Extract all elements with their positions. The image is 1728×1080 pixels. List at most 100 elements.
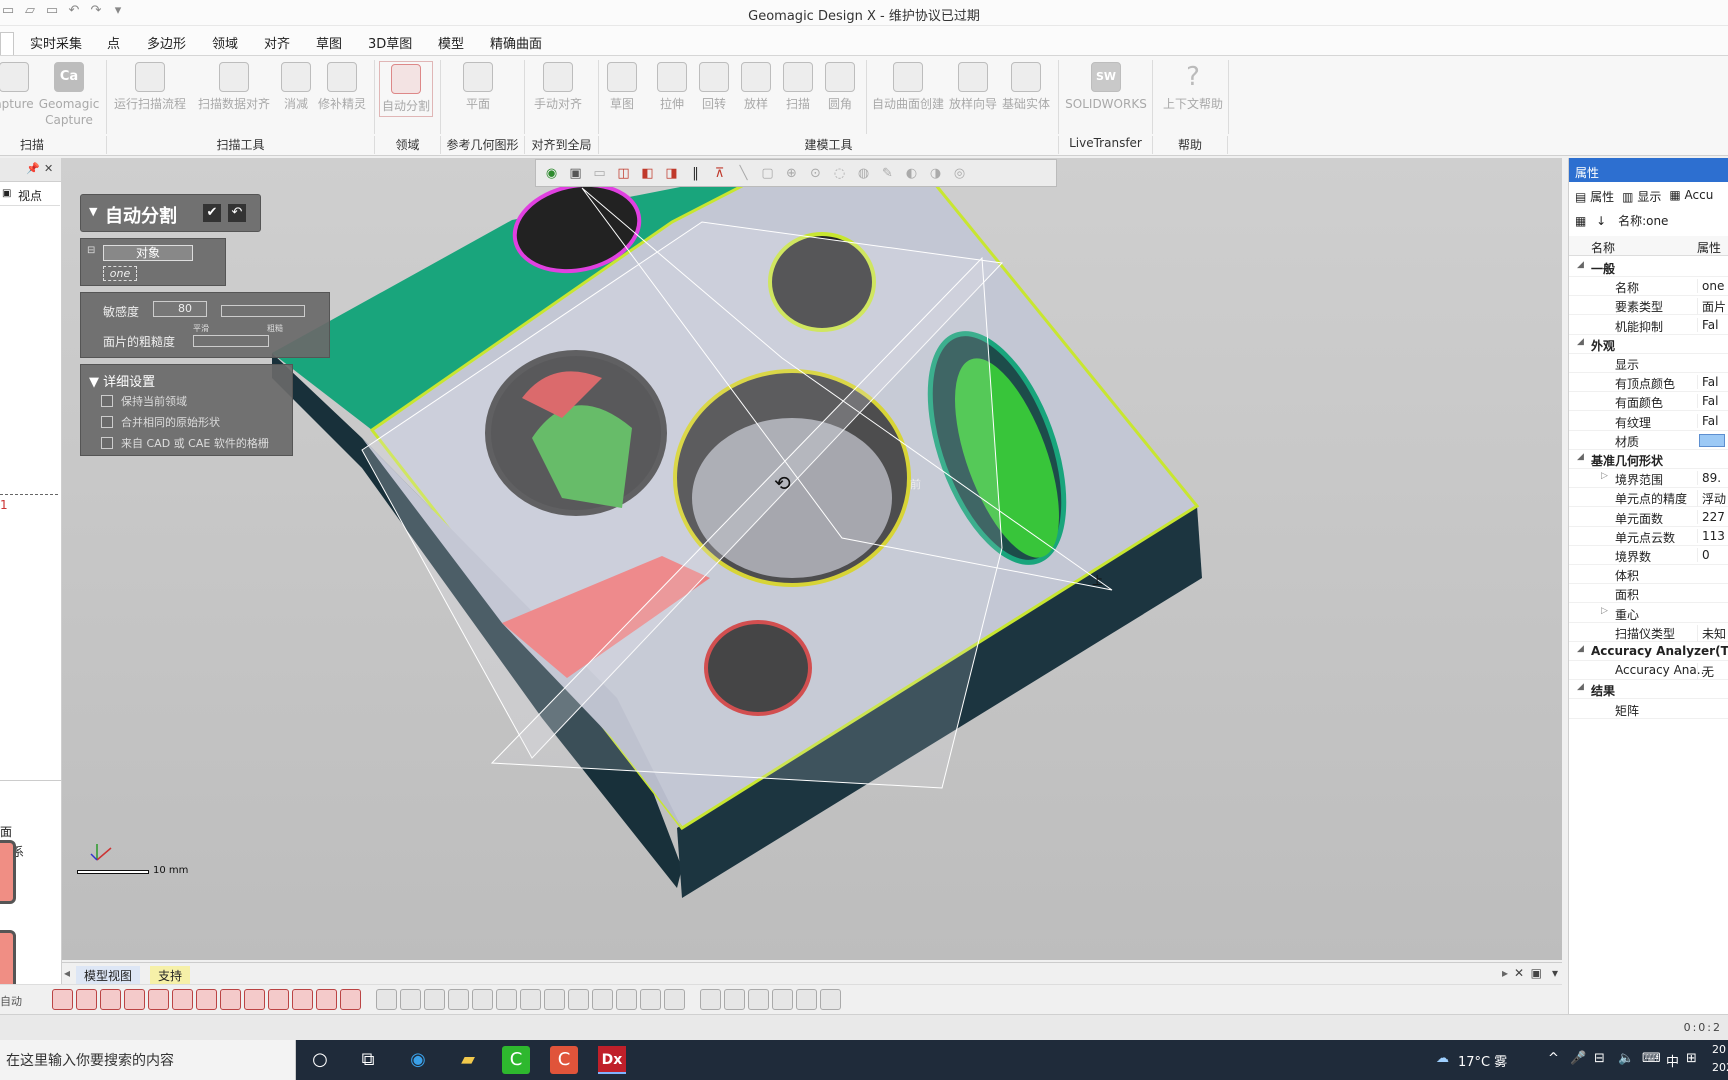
filter-icon[interactable] (616, 989, 637, 1010)
edge-icon[interactable]: ◉ (404, 1046, 432, 1074)
tab-exact-surface[interactable]: 精确曲面 (490, 33, 542, 52)
tab-accuracy[interactable]: ▦ Accu (1669, 188, 1713, 208)
tab-menu-icon[interactable]: ▾ (1552, 966, 1558, 980)
collapse-icon[interactable]: ◢ (1577, 682, 1584, 692)
property-row[interactable]: 扫描仪类型 未知 (1569, 623, 1728, 642)
decimate-button[interactable]: 消减 (278, 62, 314, 112)
sort-alpha-icon[interactable]: ↓ (1596, 214, 1606, 228)
tray-expand-icon[interactable]: ^ (1548, 1051, 1559, 1066)
sweep-button[interactable]: 扫描 (780, 62, 816, 112)
material-swatch[interactable] (1699, 433, 1725, 447)
filter-icon[interactable] (148, 989, 169, 1010)
tab-home[interactable] (0, 32, 14, 55)
filter-icon[interactable] (244, 989, 265, 1010)
filter-icon[interactable] (100, 989, 121, 1010)
sensitivity-input[interactable]: 80 (153, 301, 207, 317)
filter-icon[interactable] (592, 989, 613, 1010)
plane-button[interactable]: 平面 (458, 62, 498, 112)
cortana-icon[interactable]: ○ (306, 1046, 334, 1074)
roughness-slider[interactable] (193, 335, 269, 347)
property-row[interactable]: 矩阵 (1569, 700, 1728, 719)
extrude-button[interactable]: 拉伸 (654, 62, 690, 112)
filter-icon[interactable] (520, 989, 541, 1010)
close-icon[interactable]: ✕ (44, 162, 53, 175)
filter-icon[interactable] (292, 989, 313, 1010)
filter-icon[interactable] (172, 989, 193, 1010)
extend-select-icon[interactable]: ◑ (926, 164, 945, 183)
tab-model-view[interactable]: 模型视图 (76, 966, 141, 985)
basic-solid-button[interactable]: 基础实体 (1000, 62, 1052, 112)
option-merge-same[interactable]: 合并相同的原始形状 (101, 414, 220, 430)
collapse-icon[interactable]: ◢ (1577, 337, 1584, 347)
cancel-button[interactable]: ↶ (228, 204, 246, 222)
view-mode-icon[interactable]: ◉ (542, 164, 561, 183)
freeform-icon[interactable]: ◍ (854, 164, 873, 183)
tab-close-icon[interactable]: ✕ (1514, 966, 1524, 980)
section-view-icon[interactable]: ◫ (614, 164, 633, 183)
property-category[interactable]: ◢ 外观 (1569, 335, 1728, 354)
tray-time[interactable]: 20 (1712, 1043, 1726, 1056)
auto-segment-button[interactable]: 自动分割 (379, 61, 433, 117)
detail-header[interactable]: ▼ 详细设置 (89, 371, 155, 390)
filter-icon[interactable] (748, 989, 769, 1010)
context-help-button[interactable]: ? 上下文帮助 (1160, 62, 1226, 112)
geomagic-capture-button[interactable]: Ca Geomagic Capture (38, 62, 100, 128)
filter-icon[interactable] (124, 989, 145, 1010)
property-row[interactable]: 单元点云数 113 (1569, 527, 1728, 546)
manual-align-button[interactable]: 手动对齐 (530, 62, 586, 112)
property-row[interactable]: 有顶点颜色 Fal (1569, 373, 1728, 393)
sensitivity-slider[interactable] (221, 305, 305, 317)
collapse-icon[interactable]: ◢ (1577, 260, 1584, 270)
camtasia-icon[interactable]: C (502, 1046, 530, 1074)
side-view-icon[interactable]: ◨ (662, 164, 681, 183)
file-explorer-icon[interactable]: ▰ (454, 1046, 482, 1074)
checkbox[interactable] (101, 416, 113, 428)
property-category[interactable]: ◢ 基准几何形状 (1569, 450, 1728, 469)
tab-polygon[interactable]: 多边形 (147, 33, 186, 52)
fillet-button[interactable]: 圆角 (822, 62, 858, 112)
expand-icon[interactable]: ▷ (1601, 606, 1608, 616)
keyboard-icon[interactable]: ⌨ (1642, 1051, 1661, 1066)
filter-icon[interactable] (196, 989, 217, 1010)
loft-button[interactable]: 放样 (738, 62, 774, 112)
tray-date[interactable]: 202 (1712, 1061, 1728, 1074)
property-row[interactable]: 单元点的精度 浮动 (1569, 488, 1728, 508)
tab-support[interactable]: 支持 (150, 966, 191, 985)
filter-icon[interactable] (640, 989, 661, 1010)
tab-region[interactable]: 领域 (212, 33, 238, 52)
tree-item-link[interactable]: 1 (0, 498, 8, 512)
run-scan-flow-button[interactable]: 运行扫描流程 (112, 62, 188, 112)
input-mode-icon[interactable]: ⊞ (1686, 1051, 1697, 1066)
filter-icon[interactable] (796, 989, 817, 1010)
render-mode-icon[interactable]: ▭ (590, 164, 609, 183)
selection-mode-dropdown[interactable]: 自动 (0, 993, 22, 1009)
property-row[interactable]: 面积 (1569, 584, 1728, 604)
collapse-icon[interactable]: ◢ (1577, 452, 1584, 462)
checkbox[interactable] (101, 395, 113, 407)
tab-prev-icon[interactable]: ◂ (64, 966, 70, 980)
property-row[interactable]: 境界数 0 (1569, 546, 1728, 565)
tab-next-icon[interactable]: ▸ (1502, 966, 1508, 980)
solidworks-button[interactable]: SW SOLIDWORKS (1064, 62, 1148, 112)
filter-icon[interactable] (220, 989, 241, 1010)
rect-select-icon[interactable]: ▢ (758, 164, 777, 183)
tab-3d-sketch[interactable]: 3D草图 (368, 33, 412, 52)
weather-text[interactable]: 17°C 雾 (1458, 1051, 1507, 1070)
filter-icon[interactable] (820, 989, 841, 1010)
property-row[interactable]: 材质 (1569, 431, 1728, 450)
property-category[interactable]: ◢ 结果 (1569, 680, 1728, 700)
line-icon[interactable]: ╲ (734, 164, 753, 183)
mirror-view-icon[interactable]: ‖ (686, 164, 705, 183)
tab-viewpoint[interactable]: ▣ 视点 (0, 184, 60, 206)
tab-point[interactable]: 点 (107, 33, 120, 52)
property-row[interactable]: 有纹理 Fal (1569, 412, 1728, 431)
tab-model[interactable]: 模型 (438, 33, 464, 52)
sketch-button[interactable]: 草图 (604, 62, 640, 112)
circle-select-icon[interactable]: ⊕ (782, 164, 801, 183)
option-keep-current[interactable]: 保持当前领域 (101, 393, 187, 409)
filter-icon[interactable] (316, 989, 337, 1010)
scan-data-align-button[interactable]: 扫描数据对齐 (196, 62, 272, 112)
filter-icon[interactable] (52, 989, 73, 1010)
property-row[interactable]: 体积 (1569, 565, 1728, 585)
collapse-icon[interactable]: ▼ (89, 205, 97, 218)
